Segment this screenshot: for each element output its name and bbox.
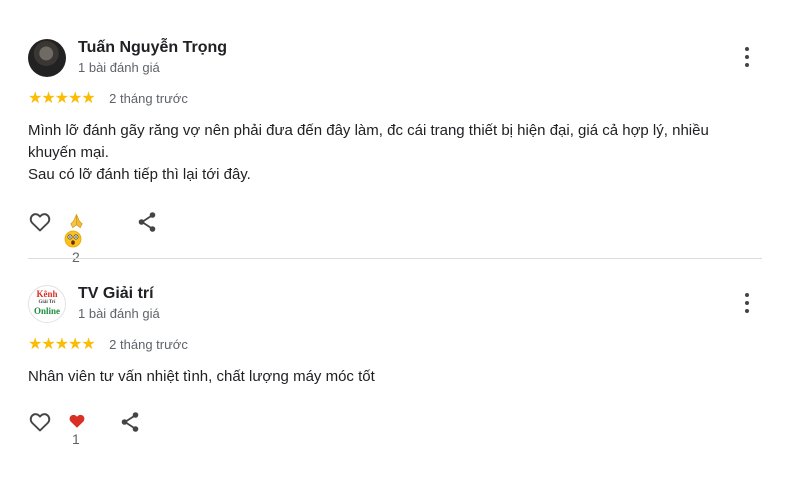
- reaction-count: 1: [72, 431, 80, 447]
- rating-row: ★★★★★ 2 tháng trước: [28, 334, 188, 354]
- avatar[interactable]: [28, 39, 66, 77]
- heart-outline-icon[interactable]: [28, 410, 52, 434]
- author-review-count: 1 bài đánh giá: [78, 60, 160, 75]
- star-rating: ★★★★★: [28, 336, 96, 353]
- astonished-face-emoji: [64, 230, 82, 248]
- avatar-logo-text: Online: [33, 306, 60, 316]
- review-divider: [28, 258, 762, 259]
- reaction-summary[interactable]: 1: [68, 412, 86, 447]
- author-name[interactable]: Tuấn Nguyễn Trọng: [78, 39, 227, 57]
- review-date: 2 tháng trước: [109, 90, 188, 106]
- reaction-summary[interactable]: 2: [64, 212, 85, 265]
- author-name[interactable]: TV Giải trí: [78, 285, 154, 303]
- rating-row: ★★★★★ 2 tháng trước: [28, 88, 188, 108]
- praying-hands-emoji: [70, 214, 83, 229]
- avatar-logo-text: Giải Trí: [38, 300, 56, 305]
- star-rating: ★★★★★: [28, 90, 96, 107]
- review-text: Nhân viên tư vấn nhiệt tình, chất lượng …: [28, 366, 758, 388]
- share-icon[interactable]: [135, 210, 159, 234]
- review-text-line: khuyến mại.: [28, 144, 109, 161]
- review-text-line: Mình lỡ đánh gãy răng vợ nên phải đưa đế…: [28, 122, 709, 139]
- more-options-icon[interactable]: [741, 46, 753, 68]
- review-text: Mình lỡ đánh gãy răng vợ nên phải đưa đế…: [28, 120, 758, 186]
- avatar-logo-text: Kênh: [36, 289, 58, 299]
- review-text-line: Sau có lỡ đánh tiếp thì lại tới đây.: [28, 166, 251, 183]
- share-icon[interactable]: [118, 410, 142, 434]
- review-text-line: Nhân viên tư vấn nhiệt tình, chất lượng …: [28, 368, 375, 385]
- author-review-count: 1 bài đánh giá: [78, 306, 160, 321]
- avatar[interactable]: Kênh Giải Trí Online: [28, 285, 66, 323]
- red-heart-emoji: [69, 414, 85, 428]
- more-options-icon[interactable]: [741, 292, 753, 314]
- heart-outline-icon[interactable]: [28, 210, 52, 234]
- review-date: 2 tháng trước: [109, 336, 188, 352]
